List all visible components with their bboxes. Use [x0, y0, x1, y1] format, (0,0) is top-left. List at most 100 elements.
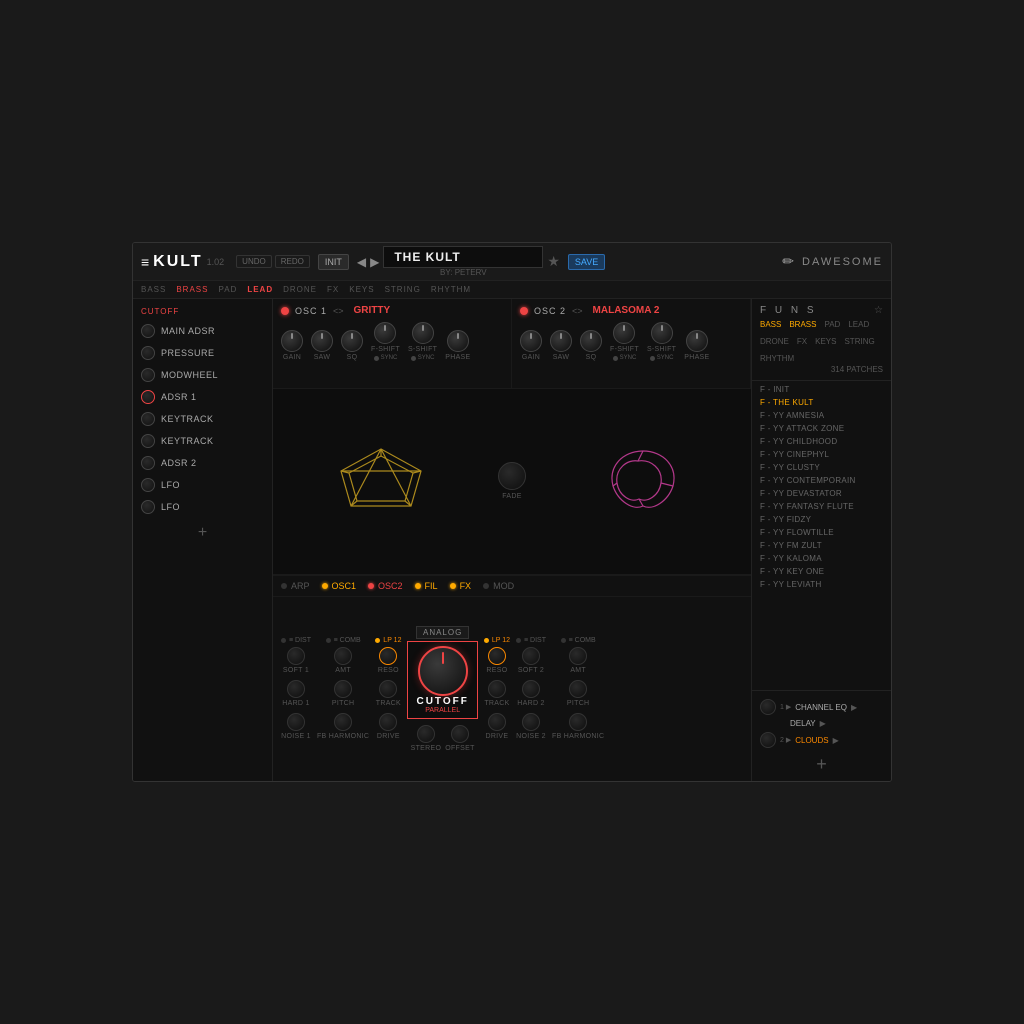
- mod-item-modwheel[interactable]: MODWHEEL: [133, 364, 272, 386]
- funs-cat-brass[interactable]: BRASS: [789, 320, 816, 329]
- cat-pad[interactable]: PAD: [218, 285, 237, 294]
- mod-item-adsr2[interactable]: ADSR 2: [133, 452, 272, 474]
- fx-right-delay-name[interactable]: DELAY: [790, 719, 816, 728]
- dist2-hard2-knob[interactable]: [522, 680, 540, 698]
- comb1-amt-knob[interactable]: [334, 647, 352, 665]
- funs-cat-pad[interactable]: PAD: [824, 320, 840, 329]
- osc2-phase-knob[interactable]: [686, 330, 708, 352]
- dist1-noise1-knob[interactable]: [287, 713, 305, 731]
- fx-right-channel-eq[interactable]: CHANNEL EQ: [795, 703, 847, 712]
- patch-item-attack-zone[interactable]: F - YY ATTACK ZONE: [752, 422, 891, 435]
- osc2-sshift-knob[interactable]: [651, 322, 673, 344]
- mod-item-keytrack1[interactable]: KEYTRACK: [133, 408, 272, 430]
- comb2-pitch-knob[interactable]: [569, 680, 587, 698]
- patch-item-init[interactable]: F - INIT: [752, 383, 891, 396]
- mod-item-keytrack2[interactable]: KEYTRACK: [133, 430, 272, 452]
- mod-knob-pressure[interactable]: [141, 346, 155, 360]
- osc1-saw-knob[interactable]: [311, 330, 333, 352]
- osc2-fshift-knob[interactable]: [613, 322, 635, 344]
- osc2-sq-knob[interactable]: [580, 330, 602, 352]
- mod-knob-keytrack1[interactable]: [141, 412, 155, 426]
- lp12r-track-knob[interactable]: [488, 680, 506, 698]
- dist2-noise2-knob[interactable]: [522, 713, 540, 731]
- patch-item-leviath[interactable]: F - YY LEVIATH: [752, 578, 891, 591]
- tab-osc2[interactable]: OSC2: [368, 581, 403, 591]
- save-button[interactable]: SAVE: [568, 254, 605, 270]
- mod-knob-lfo2[interactable]: [141, 500, 155, 514]
- fx-right-clouds[interactable]: CLOUDS: [795, 736, 828, 745]
- funs-cat-keys[interactable]: KEYS: [815, 337, 836, 346]
- dist1-soft1-knob[interactable]: [287, 647, 305, 665]
- patch-item-flowtille[interactable]: F - YY FLOWTILLE: [752, 526, 891, 539]
- mod-item-adsr1[interactable]: ADSR 1: [133, 386, 272, 408]
- lp12l-track-knob[interactable]: [379, 680, 397, 698]
- cat-string[interactable]: STRING: [385, 285, 421, 294]
- channel-eq-arrow[interactable]: ▶: [851, 703, 857, 712]
- mod-item-lfo2[interactable]: LFO: [133, 496, 272, 518]
- patch-item-fm-zult[interactable]: F - YY FM ZULT: [752, 539, 891, 552]
- cat-rhythm[interactable]: RHYTHM: [431, 285, 471, 294]
- dist2-soft2-knob[interactable]: [522, 647, 540, 665]
- clouds-arrow[interactable]: ▶: [833, 736, 839, 745]
- mod-knob-adsr2[interactable]: [141, 456, 155, 470]
- mod-item-main-adsr[interactable]: MAIN ADSR: [133, 320, 272, 342]
- osc2-saw-knob[interactable]: [550, 330, 572, 352]
- favorite-button[interactable]: ★: [547, 253, 560, 270]
- funs-cat-drone[interactable]: DRONE: [760, 337, 789, 346]
- tab-mod[interactable]: MOD: [483, 581, 514, 591]
- patch-item-devastator[interactable]: F - YY DEVASTATOR: [752, 487, 891, 500]
- wet2-knob[interactable]: [760, 732, 776, 748]
- funs-cat-bass[interactable]: BASS: [760, 320, 781, 329]
- lp12r-reso-knob[interactable]: [488, 647, 506, 665]
- funs-cat-lead[interactable]: LEAD: [848, 320, 869, 329]
- patch-item-clusty[interactable]: F - YY CLUSTY: [752, 461, 891, 474]
- patch-item-cinephyl[interactable]: F - YY CINEPHYL: [752, 448, 891, 461]
- comb2-amt-knob[interactable]: [569, 647, 587, 665]
- patch-item-childhood[interactable]: F - YY CHILDHOOD: [752, 435, 891, 448]
- osc1-fshift-knob[interactable]: [374, 322, 396, 344]
- osc2-gain-knob[interactable]: [520, 330, 542, 352]
- cutoff-stereo-knob[interactable]: [417, 725, 435, 743]
- mod-knob-main-adsr[interactable]: [141, 324, 155, 338]
- cutoff-offset-knob[interactable]: [451, 725, 469, 743]
- osc1-phase-knob[interactable]: [447, 330, 469, 352]
- funs-cat-string[interactable]: STRING: [844, 337, 874, 346]
- osc2-nav[interactable]: <>: [572, 306, 583, 316]
- lp12l-drive-knob[interactable]: [379, 713, 397, 731]
- tab-fx[interactable]: FX: [450, 581, 472, 591]
- next-patch-button[interactable]: ▶: [370, 255, 379, 269]
- patch-item-contemporain[interactable]: F - YY CONTEMPORAIN: [752, 474, 891, 487]
- osc1-sshift-knob[interactable]: [412, 322, 434, 344]
- init-button[interactable]: INIT: [318, 254, 349, 270]
- patch-item-fidzy[interactable]: F - YY FIDZY: [752, 513, 891, 526]
- lp12r-drive-knob[interactable]: [488, 713, 506, 731]
- patch-item-fantasy-flute[interactable]: F - YY FANTASY FLUTE: [752, 500, 891, 513]
- mod-knob-lfo1[interactable]: [141, 478, 155, 492]
- tab-arp[interactable]: ARP: [281, 581, 310, 591]
- cat-lead[interactable]: LEAD: [247, 285, 273, 294]
- patch-item-the-kult[interactable]: F - THE KULT: [752, 396, 891, 409]
- mod-item-pressure[interactable]: PRESSURE: [133, 342, 272, 364]
- funs-star[interactable]: ☆: [874, 305, 883, 316]
- tab-osc1[interactable]: OSC1: [322, 581, 357, 591]
- osc1-gain-knob[interactable]: [281, 330, 303, 352]
- lp12l-reso-knob[interactable]: [379, 647, 397, 665]
- fade-knob[interactable]: [498, 462, 526, 490]
- osc1-nav[interactable]: <>: [333, 306, 344, 316]
- comb1-pitch-knob[interactable]: [334, 680, 352, 698]
- delay-arrow[interactable]: ▶: [820, 719, 826, 728]
- wet1-knob[interactable]: [760, 699, 776, 715]
- dist1-hard1-knob[interactable]: [287, 680, 305, 698]
- patch-item-kaloma[interactable]: F - YY KALOMA: [752, 552, 891, 565]
- funs-cat-fx[interactable]: FX: [797, 337, 807, 346]
- comb2-fb-knob[interactable]: [569, 713, 587, 731]
- cat-fx[interactable]: FX: [327, 285, 339, 294]
- add-modulation-button[interactable]: +: [133, 518, 272, 548]
- funs-cat-rhythm[interactable]: RHYTHM: [760, 354, 794, 363]
- cat-brass[interactable]: BRASS: [176, 285, 208, 294]
- fx-add-button[interactable]: +: [816, 754, 827, 775]
- cat-drone[interactable]: DRONE: [283, 285, 317, 294]
- mod-knob-keytrack2[interactable]: [141, 434, 155, 448]
- redo-button[interactable]: REDO: [275, 255, 310, 268]
- patch-item-key-one[interactable]: F - YY KEY ONE: [752, 565, 891, 578]
